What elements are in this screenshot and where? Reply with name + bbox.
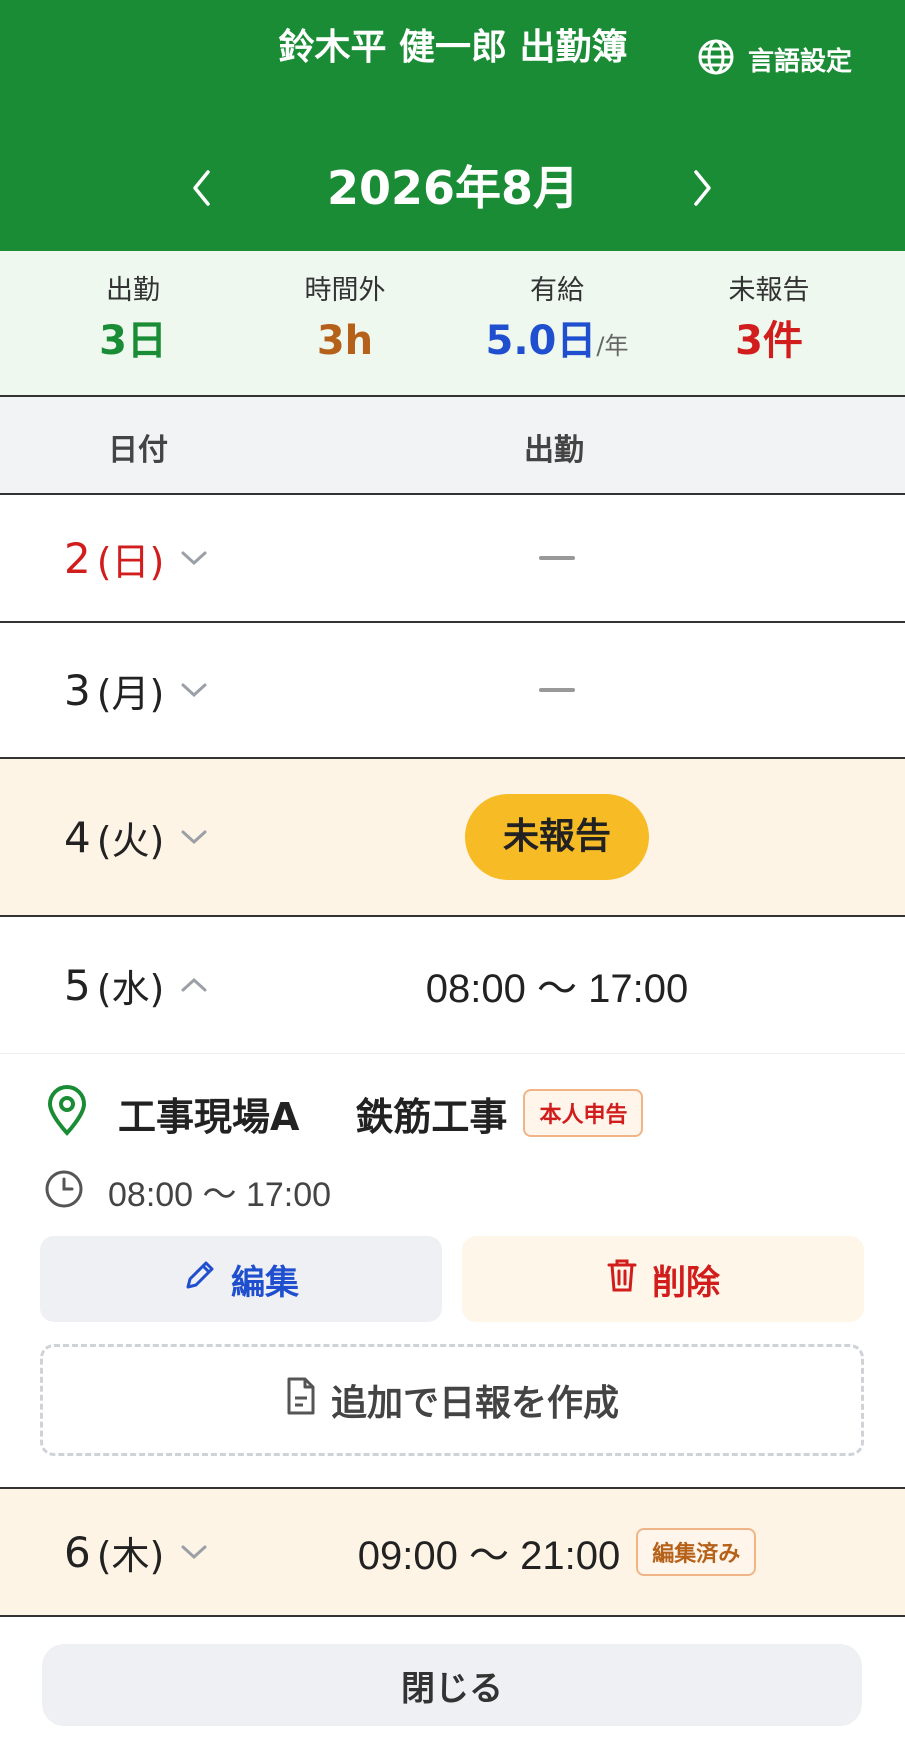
attendance-detail-panel: 工事現場A 鉄筋工事 本人申告 08:00 〜 17:00 編集 削除 追加で日… bbox=[0, 1053, 905, 1489]
row-date: 6 (木) bbox=[64, 1489, 208, 1615]
work-type: 鉄筋工事 bbox=[355, 1094, 508, 1139]
site-info: 工事現場A 鉄筋工事 本人申告 bbox=[44, 1084, 644, 1142]
edited-tag: 編集済み bbox=[636, 1528, 757, 1576]
unreported-badge[interactable]: 未報告 bbox=[464, 794, 649, 880]
map-pin-icon bbox=[44, 1085, 90, 1141]
page-title: 鈴木平 健一郎 出勤簿 bbox=[278, 27, 628, 68]
chevron-right-icon bbox=[694, 170, 711, 206]
summary-label: 未報告 bbox=[728, 275, 810, 306]
row-date: 4 (火) bbox=[64, 759, 208, 915]
table-row[interactable]: 4 (火) 未報告 bbox=[0, 759, 905, 917]
row-attendance bbox=[300, 623, 814, 757]
table-header: 日付 出勤 bbox=[0, 397, 905, 495]
summary-label: 時間外 bbox=[304, 275, 386, 306]
summary-bar: 出勤 3日 時間外 3h 有給 5.0日/年 未報告 3件 bbox=[0, 251, 905, 397]
clock-icon bbox=[44, 1169, 84, 1213]
summary-label: 有給 bbox=[530, 275, 584, 306]
row-attendance: 08:00 〜 17:00 bbox=[300, 917, 814, 1053]
close-button[interactable]: 閉じる bbox=[42, 1644, 862, 1726]
summary-overtime: 時間外 3h bbox=[239, 251, 451, 395]
app-header: 鈴木平 健一郎 出勤簿 言語設定 2026年8月 bbox=[0, 0, 905, 251]
column-header-attendance: 出勤 bbox=[524, 433, 584, 468]
delete-button[interactable]: 削除 bbox=[462, 1236, 864, 1322]
column-header-date: 日付 bbox=[108, 433, 168, 468]
table-row[interactable]: 5 (水) 08:00 〜 17:00 bbox=[0, 917, 905, 1053]
language-button[interactable]: 言語設定 bbox=[696, 34, 852, 84]
row-weekday: (日) bbox=[96, 539, 165, 584]
summary-value-text: 5.0日 bbox=[485, 318, 597, 364]
row-day: 5 bbox=[64, 960, 91, 1010]
add-report-label: 追加で日報を作成 bbox=[330, 1383, 619, 1424]
summary-label: 出勤 bbox=[106, 275, 160, 306]
row-date: 2 (日) bbox=[64, 495, 208, 621]
document-icon bbox=[285, 1376, 317, 1425]
table-row[interactable]: 6 (木) 09:00 〜 21:00 編集済み bbox=[0, 1489, 905, 1617]
summary-attendance: 出勤 3日 bbox=[27, 251, 239, 395]
summary-paid-leave: 有給 5.0日/年 bbox=[451, 251, 663, 395]
chevron-down-icon bbox=[180, 828, 208, 846]
row-day: 4 bbox=[64, 812, 91, 862]
table-row[interactable]: 3 (月) bbox=[0, 623, 905, 759]
row-weekday: (火) bbox=[96, 818, 165, 863]
chevron-down-icon bbox=[180, 681, 208, 699]
delete-label: 削除 bbox=[652, 1262, 720, 1303]
summary-unit: /年 bbox=[596, 332, 629, 360]
summary-value: 3日 bbox=[27, 313, 239, 369]
detail-time-text: 08:00 〜 17:00 bbox=[108, 1175, 332, 1214]
edit-button[interactable]: 編集 bbox=[40, 1236, 442, 1322]
summary-value-text: 3h bbox=[316, 318, 374, 364]
add-report-button[interactable]: 追加で日報を作成 bbox=[40, 1344, 864, 1456]
row-time: 08:00 〜 17:00 bbox=[425, 967, 689, 1011]
trash-icon bbox=[606, 1257, 638, 1302]
edit-label: 編集 bbox=[231, 1262, 299, 1303]
no-attendance-dash bbox=[539, 688, 575, 692]
row-day: 2 bbox=[64, 533, 91, 583]
row-attendance: 未報告 bbox=[300, 759, 814, 915]
summary-value-text: 3件 bbox=[735, 318, 803, 364]
prev-month-button[interactable] bbox=[178, 164, 226, 212]
chevron-down-icon bbox=[180, 549, 208, 567]
summary-value: 3h bbox=[239, 313, 451, 369]
summary-value-text: 3日 bbox=[99, 318, 167, 364]
row-weekday: (水) bbox=[96, 966, 165, 1011]
row-day: 3 bbox=[64, 665, 91, 715]
table-row[interactable]: 2 (日) bbox=[0, 495, 905, 623]
chevron-up-icon bbox=[180, 976, 208, 994]
row-weekday: (木) bbox=[96, 1533, 165, 1578]
month-navigator: 2026年8月 bbox=[0, 152, 905, 224]
site-name: 工事現場A bbox=[118, 1094, 300, 1139]
self-report-tag: 本人申告 bbox=[523, 1089, 644, 1137]
row-weekday: (月) bbox=[96, 671, 165, 716]
language-label: 言語設定 bbox=[748, 46, 853, 77]
summary-unreported: 未報告 3件 bbox=[663, 251, 875, 395]
row-time: 09:00 〜 21:00 bbox=[357, 1534, 621, 1578]
next-month-button[interactable] bbox=[678, 164, 726, 212]
row-date: 3 (月) bbox=[64, 623, 208, 757]
chevron-down-icon bbox=[180, 1543, 208, 1561]
row-date: 5 (水) bbox=[64, 917, 208, 1053]
row-attendance bbox=[300, 495, 814, 621]
row-attendance: 09:00 〜 21:00 編集済み bbox=[300, 1489, 814, 1615]
pencil-icon bbox=[183, 1258, 217, 1301]
detail-time: 08:00 〜 17:00 bbox=[44, 1166, 331, 1216]
no-attendance-dash bbox=[539, 556, 575, 560]
row-day: 6 bbox=[64, 1527, 91, 1577]
globe-icon bbox=[696, 37, 736, 81]
summary-value: 3件 bbox=[663, 313, 875, 369]
chevron-left-icon bbox=[193, 170, 210, 206]
month-label: 2026年8月 bbox=[326, 161, 580, 215]
summary-value: 5.0日/年 bbox=[451, 313, 663, 374]
